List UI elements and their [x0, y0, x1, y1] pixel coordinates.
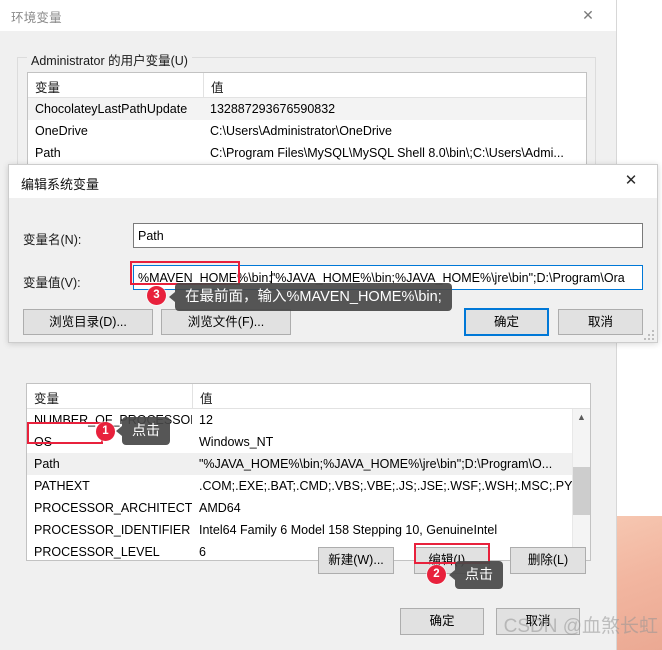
- table-row[interactable]: Path C:\Program Files\MySQL\MySQL Shell …: [28, 142, 586, 164]
- table-row[interactable]: PROCESSOR_LEVEL 6: [27, 541, 590, 560]
- user-var-value: C:\Program Files\MySQL\MySQL Shell 8.0\b…: [210, 146, 564, 160]
- table-row[interactable]: PATHEXT .COM;.EXE;.BAT;.CMD;.VBS;.VBE;.J…: [27, 475, 590, 497]
- user-col-name[interactable]: 变量: [28, 73, 203, 97]
- table-row[interactable]: OneDrive C:\Users\Administrator\OneDrive: [28, 120, 586, 142]
- system-col-name[interactable]: 变量: [27, 384, 192, 408]
- edit-dialog-title: 编辑系统变量: [21, 177, 100, 192]
- annotation-tooltip-3: 在最前面，输入%MAVEN_HOME%\bin;: [169, 283, 452, 312]
- system-variables-list[interactable]: 变量 值 NUMBER_OF_PROCESSORS 12 OS Windows_…: [26, 383, 591, 561]
- system-var-value: .COM;.EXE;.BAT;.CMD;.VBS;.VBE;.JS;.JSE;.…: [199, 479, 572, 493]
- env-window-titlebar: 环境变量 ✕: [0, 0, 616, 31]
- scrollbar-thumb[interactable]: [573, 467, 590, 515]
- user-variables-group-title: Administrator 的用户变量(U): [27, 50, 192, 69]
- edit-dialog-cancel-button[interactable]: 取消: [558, 309, 643, 335]
- chevron-up-icon[interactable]: ▲: [573, 409, 590, 426]
- close-icon[interactable]: ✕: [611, 167, 651, 195]
- close-icon[interactable]: ✕: [568, 0, 608, 30]
- variable-name-label: 变量名(N):: [23, 233, 82, 247]
- table-row-path-selected[interactable]: Path "%JAVA_HOME%\bin;%JAVA_HOME%\jre\bi…: [27, 453, 590, 475]
- user-var-name: Path: [35, 146, 61, 160]
- system-var-value: 12: [199, 413, 213, 427]
- user-list-body: ChocolateyLastPathUpdate 132887293676590…: [28, 98, 586, 164]
- user-col-value[interactable]: 值: [203, 73, 583, 97]
- browse-file-button[interactable]: 浏览文件(F)...: [161, 309, 291, 335]
- browse-directory-button[interactable]: 浏览目录(D)...: [23, 309, 153, 335]
- user-var-name: ChocolateyLastPathUpdate: [35, 102, 188, 116]
- annotation-badge-2: 2: [427, 565, 446, 584]
- env-window-title: 环境变量: [11, 11, 62, 25]
- system-var-name: PROCESSOR_ARCHITECT...: [34, 501, 192, 515]
- annotation-badge-1: 1: [96, 422, 115, 441]
- table-row[interactable]: PROCESSOR_IDENTIFIER Intel64 Family 6 Mo…: [27, 519, 590, 541]
- system-col-value[interactable]: 值: [192, 384, 572, 408]
- system-var-name: PATHEXT: [34, 479, 90, 493]
- table-row[interactable]: ChocolateyLastPathUpdate 132887293676590…: [28, 98, 586, 120]
- user-var-value: 132887293676590832: [210, 102, 336, 116]
- system-var-value: Windows_NT: [199, 435, 274, 449]
- ok-button[interactable]: 确定: [400, 608, 484, 635]
- watermark: CSDN @血煞长虹: [503, 616, 658, 637]
- annotation-tooltip-1: 点击: [116, 417, 170, 445]
- user-list-header: 变量 值: [28, 73, 586, 98]
- system-list-header: 变量 值: [27, 384, 590, 409]
- system-var-name: Path: [34, 457, 60, 471]
- new-system-variable-button[interactable]: 新建(W)...: [318, 547, 394, 574]
- variable-name-input[interactable]: Path: [133, 223, 643, 248]
- screenshot-root: 环境变量 ✕ Administrator 的用户变量(U) 变量 值 Choco…: [0, 0, 662, 650]
- user-var-value: C:\Users\Administrator\OneDrive: [210, 124, 392, 138]
- resize-grip-icon[interactable]: [642, 328, 654, 340]
- system-var-name: PROCESSOR_LEVEL: [34, 545, 160, 559]
- system-var-value: "%JAVA_HOME%\bin;%JAVA_HOME%\jre\bin";D:…: [199, 457, 553, 471]
- table-row[interactable]: PROCESSOR_ARCHITECT... AMD64: [27, 497, 590, 519]
- system-var-name: PROCESSOR_IDENTIFIER: [34, 523, 191, 537]
- edit-dialog-titlebar: 编辑系统变量 ✕: [9, 165, 657, 198]
- system-list-scrollbar[interactable]: ▲ ▼: [572, 409, 590, 560]
- delete-system-variable-button[interactable]: 删除(L): [510, 547, 586, 574]
- user-var-name: OneDrive: [35, 124, 88, 138]
- edit-dialog-ok-button[interactable]: 确定: [464, 308, 549, 336]
- annotation-badge-3: 3: [147, 286, 166, 305]
- edit-system-variable-dialog: 编辑系统变量 ✕ 变量名(N): Path 变量值(V): %MAVEN_HOM…: [8, 164, 658, 343]
- variable-value-label: 变量值(V):: [23, 276, 81, 290]
- system-var-value: AMD64: [199, 501, 241, 515]
- annotation-tooltip-2: 点击: [449, 561, 503, 589]
- system-var-value: Intel64 Family 6 Model 158 Stepping 10, …: [199, 523, 498, 537]
